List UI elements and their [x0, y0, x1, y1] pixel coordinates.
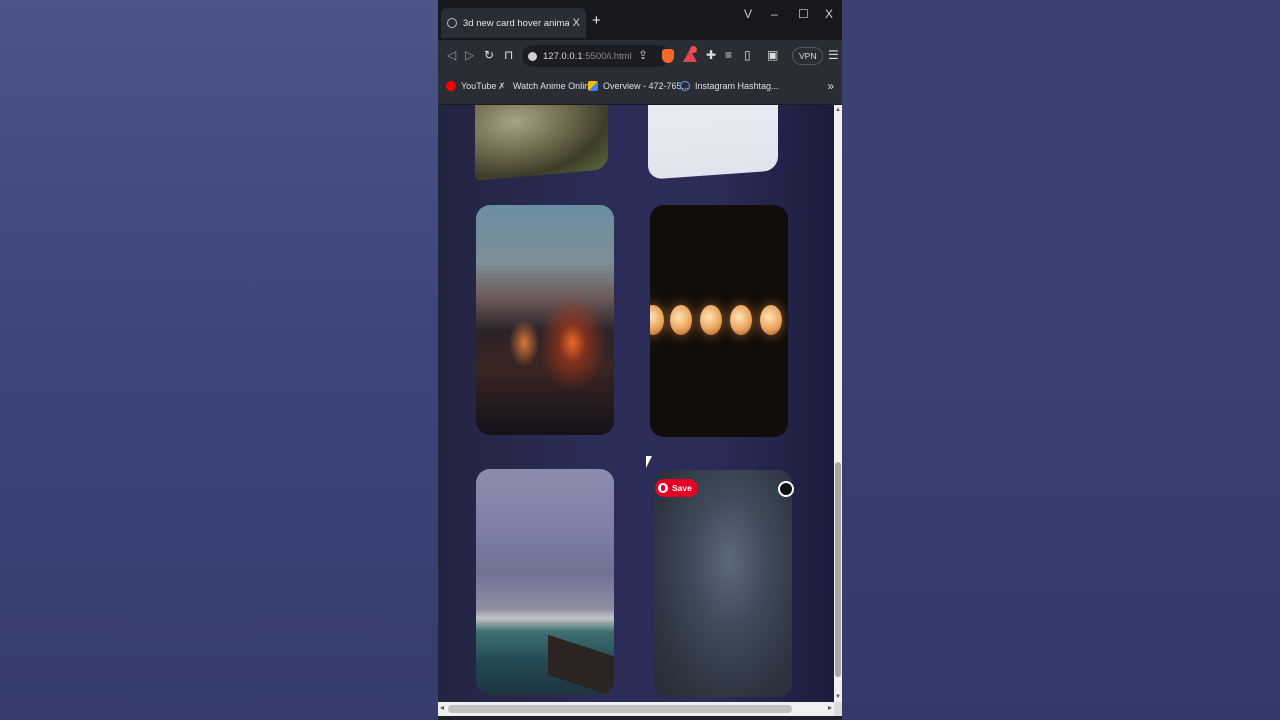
- forward-icon[interactable]: ▷: [465, 48, 474, 62]
- bookmark-youtube[interactable]: YouTube: [446, 81, 496, 91]
- youtube-icon: [446, 81, 456, 91]
- reload-icon[interactable]: ↻: [484, 48, 494, 62]
- moon-phase: [650, 305, 664, 335]
- bookmarks-bar: YouTube ✗ Watch Anime Onlin... Overview …: [438, 72, 842, 105]
- horizontal-scrollbar[interactable]: ◂ ▸: [438, 702, 834, 716]
- url-text: 127.0.0.1:5500/i.html: [543, 50, 632, 62]
- mouse-cursor: [646, 456, 652, 468]
- bookmark-label: Watch Anime Onlin...: [513, 81, 597, 91]
- close-window-button[interactable]: X: [825, 7, 833, 21]
- site-info-icon[interactable]: [528, 51, 537, 61]
- pier: [548, 634, 614, 695]
- bookmark-label: Overview - 472-765...: [603, 81, 690, 91]
- bookmark-overview[interactable]: Overview - 472-765...: [588, 81, 689, 91]
- anime-icon: ✗: [498, 81, 506, 91]
- moon-phase: [730, 305, 752, 335]
- maximize-button[interactable]: ☐: [798, 7, 809, 21]
- volcano-card[interactable]: [476, 205, 614, 435]
- bookmark-anime[interactable]: ✗ Watch Anime Onlin...: [498, 81, 597, 91]
- save-label: Save: [672, 483, 692, 493]
- bookmark-icon[interactable]: ⊓: [504, 48, 513, 62]
- moon-phase: [700, 305, 722, 335]
- moon-phase: [760, 305, 782, 335]
- tab-close-button[interactable]: X: [573, 17, 580, 29]
- more-bookmarks-button[interactable]: »: [827, 79, 834, 93]
- globe-icon: [447, 18, 457, 28]
- vpn-button[interactable]: VPN: [792, 47, 824, 65]
- vertical-scrollbar[interactable]: ▲ ▼: [834, 105, 842, 702]
- google-ads-icon: [588, 81, 598, 91]
- tab-title: 3d new card hover animation: [463, 17, 569, 29]
- blurred-background-left: [0, 0, 438, 720]
- scrollbar-corner: [834, 702, 842, 716]
- back-icon[interactable]: ◁: [447, 48, 456, 62]
- new-tab-button[interactable]: +: [592, 12, 601, 29]
- brave-shields-icon[interactable]: [662, 49, 674, 63]
- galaxy-card[interactable]: [654, 470, 792, 697]
- scroll-up-arrow[interactable]: ▲: [834, 107, 842, 113]
- moon-phase: [670, 305, 692, 335]
- sidebar-icon[interactable]: ▯: [744, 48, 751, 62]
- tab-bar: 3d new card hover animation X + V – ☐ X: [438, 0, 842, 40]
- blurred-background-right: [842, 0, 1280, 720]
- pinterest-save-button[interactable]: Save: [655, 479, 698, 497]
- coastline-card[interactable]: [476, 469, 614, 695]
- white-card[interactable]: [648, 105, 778, 180]
- scroll-right-arrow[interactable]: ▸: [828, 703, 832, 712]
- navigation-toolbar: ◁ ▷ ↻ ⊓ 127.0.0.1:5500/i.html ⇪ ✚ ≡ ▯ ▣ …: [438, 40, 842, 72]
- moon-phases-card[interactable]: [650, 205, 788, 437]
- page-content: Save: [438, 105, 834, 702]
- notification-badge: [690, 46, 697, 53]
- bookmark-instagram[interactable]: Instagram Hashtag...: [680, 81, 779, 91]
- menu-icon[interactable]: ☰: [828, 48, 839, 62]
- wallet-icon[interactable]: ▣: [767, 48, 778, 62]
- visual-search-icon[interactable]: [778, 481, 794, 497]
- bookmark-label: Instagram Hashtag...: [695, 81, 779, 91]
- scroll-down-arrow[interactable]: ▼: [834, 694, 842, 700]
- browser-window: 3d new card hover animation X + V – ☐ X …: [438, 0, 842, 720]
- extensions-icon[interactable]: ✚: [706, 48, 716, 62]
- bookmark-label: YouTube: [461, 81, 497, 91]
- share-icon[interactable]: ⇪: [638, 48, 648, 62]
- minimize-button[interactable]: –: [771, 7, 778, 21]
- tab-search-dropdown[interactable]: V: [744, 7, 752, 21]
- rocks-card[interactable]: [475, 105, 608, 181]
- browser-tab[interactable]: 3d new card hover animation X: [441, 8, 586, 38]
- pinterest-icon: [658, 483, 668, 493]
- horizontal-scroll-thumb[interactable]: [448, 705, 792, 713]
- vertical-scroll-thumb[interactable]: [835, 462, 841, 677]
- reading-list-icon[interactable]: ≡: [725, 48, 732, 62]
- scroll-left-arrow[interactable]: ◂: [440, 703, 444, 712]
- search-icon: [680, 81, 690, 91]
